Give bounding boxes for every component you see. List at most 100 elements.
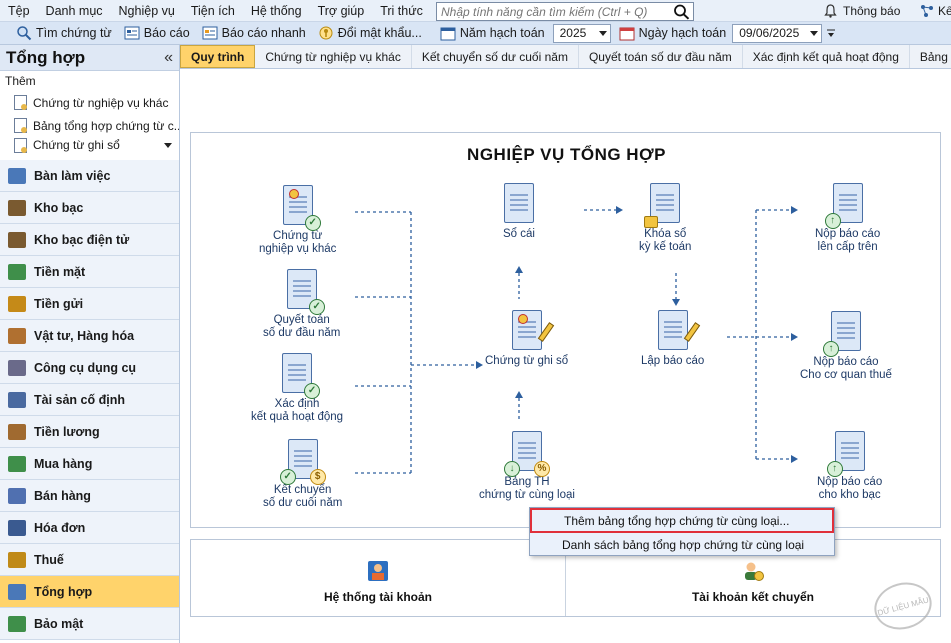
node-submit-superior[interactable]: ↑ Nộp báo cáo lên cấp trên	[815, 181, 880, 254]
ledger-document-icon	[502, 181, 536, 225]
menu-file[interactable]: Tệp	[0, 0, 38, 22]
fiscal-year-group: Năm hạch toán	[434, 22, 551, 45]
document-icon	[14, 118, 27, 133]
change-password-button[interactable]: Đổi mật khẩu...	[312, 22, 428, 45]
report-button[interactable]: Báo cáo	[118, 22, 196, 45]
fiscal-year-select[interactable]: 2025	[552, 23, 611, 43]
menu-knowledge[interactable]: Tri thức	[372, 0, 431, 22]
list-summary-table-item[interactable]: Danh sách bảng tổng hợp chứng từ cùng lo…	[530, 533, 834, 557]
tab-closing-transfer[interactable]: Kết chuyển số dư cuối năm	[412, 45, 579, 68]
sidebar-nav-fixed-asset[interactable]: Tài sản cố định	[0, 384, 179, 416]
change-password-label: Đổi mật khẩu...	[337, 26, 422, 40]
diagram-title: NGHIỆP VỤ TỔNG HỢP	[467, 145, 666, 164]
sidebar-nav-purchase[interactable]: Mua hàng	[0, 448, 179, 480]
document-icon	[14, 95, 27, 110]
notification-button[interactable]: Thông báo	[824, 0, 900, 22]
key-icon	[319, 26, 333, 40]
voucher-document-icon: ✓	[281, 183, 321, 231]
sidebar-nav-label: Bán hàng	[34, 488, 91, 503]
salary-icon	[8, 423, 26, 440]
cash-icon	[8, 263, 26, 280]
sidebar-nav-label: Công cụ dụng cụ	[34, 360, 137, 375]
node-submit-tax[interactable]: ↑ Nộp báo cáo Cho cơ quan thuế	[800, 309, 892, 382]
search-icon	[17, 26, 32, 41]
security-icon	[8, 615, 26, 632]
sidebar-sub-other-voucher[interactable]: Chứng từ nghiệp vụ khác	[0, 91, 179, 114]
feature-search-input[interactable]	[437, 3, 671, 20]
node-create-report[interactable]: Lập báo cáo	[641, 308, 704, 368]
record-document-icon	[510, 308, 554, 352]
transfer-accounts-icon	[745, 562, 764, 581]
sidebar-nav-goods[interactable]: Vật tư, Hàng hóa	[0, 320, 179, 352]
add-summary-table-item[interactable]: Thêm bảng tổng hợp chứng từ cùng loại...	[530, 508, 834, 533]
treasury-icon	[8, 199, 26, 216]
tab-summary-table[interactable]: Bảng tổng hợp chứ	[910, 45, 951, 68]
tab-process[interactable]: Quy trình	[180, 45, 256, 68]
node-voucher-record[interactable]: Chứng từ ghi sổ	[485, 308, 568, 368]
node-label: Lập báo cáo	[641, 355, 705, 367]
posting-date-picker[interactable]: 09/06/2025	[732, 23, 823, 43]
menu-catalog[interactable]: Danh mục	[38, 0, 111, 22]
sidebar-nav-cash[interactable]: Tiền mặt	[0, 256, 179, 288]
sidebar-nav-sales[interactable]: Bán hàng	[0, 480, 179, 512]
sidebar-nav-label: Tài sản cố định	[34, 392, 125, 407]
fiscal-year-label: Năm hạch toán	[459, 26, 545, 40]
sidebar-nav-desk[interactable]: Bàn làm việc	[0, 160, 179, 192]
collapse-sidebar-button[interactable]: «	[164, 49, 173, 67]
quick-report-button[interactable]: Báo cáo nhanh	[196, 22, 312, 45]
sidebar-nav-tools[interactable]: Công cụ dụng cụ	[0, 352, 179, 384]
deposit-icon	[8, 295, 26, 312]
node-opening-settlement[interactable]: ✓ Quyết toán số dư đầu năm	[263, 267, 340, 340]
sidebar-nav-label: Kho bạc điện tử	[34, 232, 130, 247]
node-other-voucher[interactable]: ✓ Chứng từ nghiệp vụ khác	[259, 183, 336, 256]
node-label: Kết chuyển số dư cuối năm	[263, 484, 343, 509]
toolbar-overflow-icon[interactable]	[826, 27, 836, 39]
network-icon	[921, 5, 933, 17]
sidebar-nav-e-treasury[interactable]: Kho bạc điện tử	[0, 224, 179, 256]
fiscal-year-value: 2025	[559, 26, 587, 40]
node-lock-book[interactable]: Khóa sổ kỳ kế toán	[639, 181, 691, 254]
sidebar-nav-label: Tiền mặt	[34, 264, 86, 279]
node-submit-treasury[interactable]: ↑ Nộp báo cáo cho kho bạc	[817, 429, 882, 502]
context-menu: Thêm bảng tổng hợp chứng từ cùng loại...…	[529, 507, 835, 556]
sidebar-nav-salary[interactable]: Tiền lương	[0, 416, 179, 448]
menu-help[interactable]: Trợ giúp	[310, 0, 373, 22]
scroll-down-icon[interactable]	[164, 143, 172, 148]
chart-of-accounts-button[interactable]: Hệ thống tài khoản	[191, 540, 565, 616]
find-voucher-button[interactable]: Tìm chứng từ	[10, 22, 118, 45]
sidebar-sub-summary-table[interactable]: Bảng tổng hợp chứng từ c...	[0, 114, 179, 137]
purchase-icon	[8, 455, 26, 472]
node-label: Xác định kết quả hoạt động	[251, 398, 344, 423]
sidebar-nav-security[interactable]: Bảo mật	[0, 608, 179, 640]
report-document-icon	[656, 308, 700, 352]
sidebar-nav-deposit[interactable]: Tiền gửi	[0, 288, 179, 320]
tab-opening-settlement[interactable]: Quyết toán số dư đầu năm	[579, 45, 743, 68]
node-label: Quyết toán số dư đầu năm	[263, 314, 341, 339]
sidebar-nav-summary[interactable]: Tổng hợp	[0, 576, 179, 608]
menu-system[interactable]: Hệ thống	[243, 0, 310, 22]
node-closing-transfer[interactable]: ✓ $ Kết chuyển số dư cuối năm	[263, 437, 342, 510]
posting-date-label: Ngày hạch toán	[638, 26, 727, 40]
node-result-determination[interactable]: ✓ Xác định kết quả hoạt động	[251, 351, 343, 424]
sidebar-nav-label: Hóa đơn	[34, 520, 86, 535]
tab-result-determination[interactable]: Xác định kết quả hoạt động	[743, 45, 910, 68]
tab-other-voucher[interactable]: Chứng từ nghiệp vụ khác	[255, 45, 412, 68]
search-icon[interactable]	[673, 4, 691, 20]
node-label: Khóa sổ kỳ kế toán	[639, 228, 692, 253]
node-summary-voucher[interactable]: ↓% Bảng TH chứng từ cùng loại	[479, 429, 575, 502]
accounts-icon	[368, 561, 388, 581]
sidebar-nav-label: Tổng hợp	[34, 584, 93, 599]
sidebar-nav-tax[interactable]: Thuế	[0, 544, 179, 576]
connect-button[interactable]: Kế	[920, 0, 951, 22]
sidebar-sub-label: Chứng từ nghiệp vụ khác	[33, 95, 169, 110]
menu-utilities[interactable]: Tiện ích	[183, 0, 243, 22]
report-label: Báo cáo	[143, 26, 190, 40]
sidebar-nav-label: Bảo mật	[34, 616, 84, 631]
node-ledger[interactable]: Sổ cái	[502, 181, 536, 241]
module-nav: Bàn làm việc Kho bạc Kho bạc điện tử Tiền m…	[0, 160, 179, 640]
sidebar-nav-invoice[interactable]: Hóa đơn	[0, 512, 179, 544]
sidebar-nav-treasury[interactable]: Kho bạc	[0, 192, 179, 224]
summary-document-icon: ↓%	[503, 429, 550, 477]
sidebar-sub-voucher-record[interactable]: Chứng từ ghi sổ	[0, 137, 179, 153]
menu-operations[interactable]: Nghiệp vụ	[111, 0, 183, 22]
